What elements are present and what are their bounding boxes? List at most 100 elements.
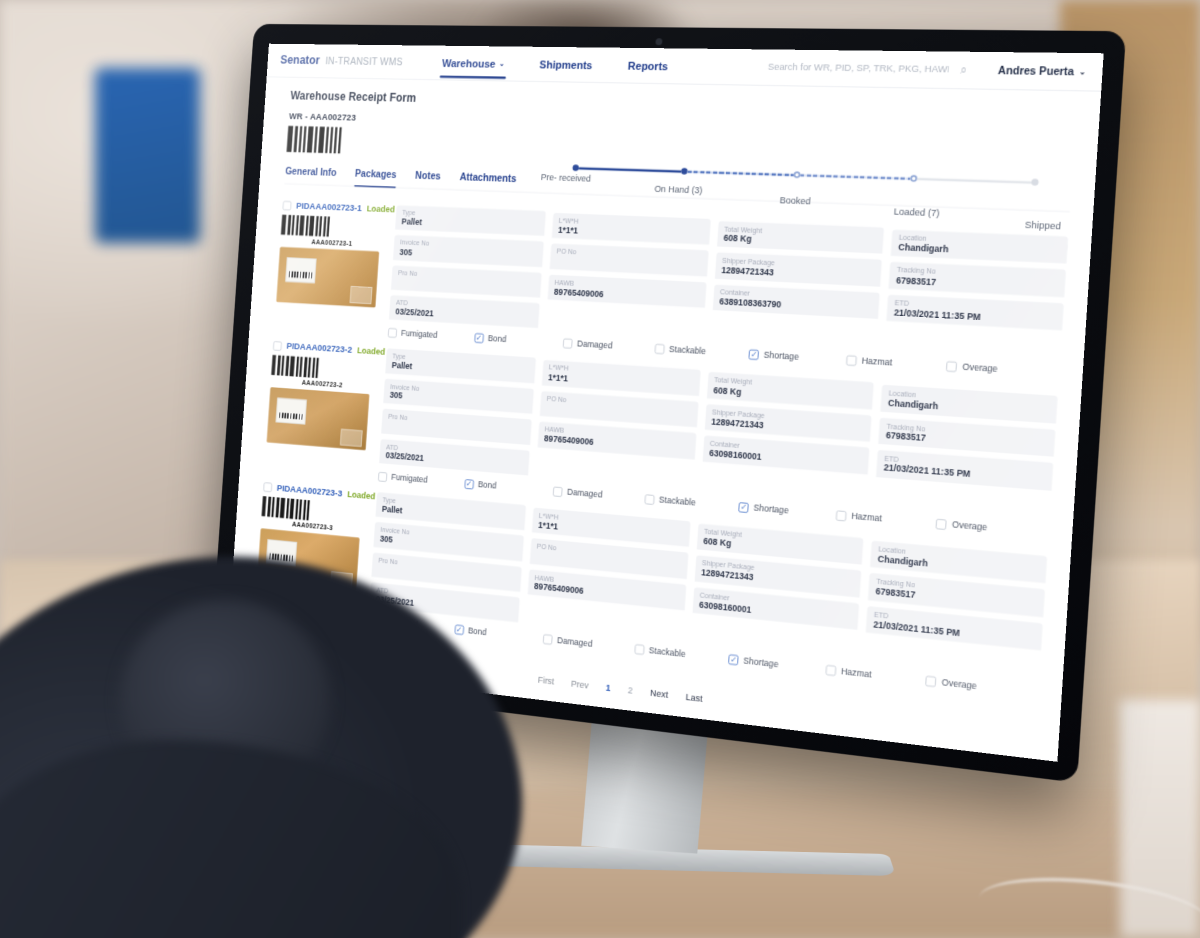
flag-stackable[interactable]: Stackable [654,344,749,360]
flag-label: Overage [941,677,978,692]
flag-overage[interactable]: Overage [946,361,1050,379]
field-container[interactable]: Container 6389108363790 [712,284,880,319]
search-input[interactable] [767,62,949,75]
field-column-3: Total Weight 608 Kg Shipper Package 1289472… [690,520,864,665]
field-hawb[interactable]: HAWB 89765409006 [537,421,697,460]
flag-checkbox-shortage[interactable] [728,654,739,666]
field-etd[interactable]: ETD 21/03/2021 11:35 PM [876,450,1054,491]
flag-label: Hazmat [861,356,893,369]
flag-label: Damaged [556,635,593,650]
flag-label: Shortage [743,656,779,671]
package-id-link[interactable]: PIDAAA002723-1 [296,201,362,213]
flag-checkbox-bond[interactable] [454,624,464,636]
field-location[interactable]: Location Chandigarh [880,384,1058,424]
field-pro-no[interactable]: Pro No— [391,265,542,298]
package-id-link[interactable]: PIDAAA002723-2 [286,342,352,355]
search-icon[interactable]: ⌕ [960,63,967,77]
field-shell: ETD 21/03/2021 11:35 PM [876,450,1054,491]
flag-bond[interactable]: Bond [474,333,563,348]
field-invoice-no[interactable]: Invoice No 305 [393,235,544,267]
flag-checkbox-hazmat[interactable] [825,665,837,677]
field-atd[interactable]: ATD03/25/2021 [379,438,530,476]
package-select-checkbox[interactable] [263,482,273,493]
field-column-1: TypePalletInvoice No305Pro No—ATD03/25/2… [379,348,536,481]
pagination-first[interactable]: First [537,675,554,687]
tab-attachments[interactable]: Attachments [459,171,516,191]
flag-checkbox-stackable[interactable] [644,494,655,505]
flag-label: Shortage [763,350,800,363]
pagination-next[interactable]: Next [650,688,669,700]
brand[interactable]: Senator IN-TRANSIT WMS [280,54,403,69]
flag-checkbox-damaged[interactable] [542,634,553,646]
flag-shortage[interactable]: Shortage [748,349,847,366]
nav-item-shipments[interactable]: Shipments [539,49,594,80]
field-label: PO No [546,394,567,404]
field-location[interactable]: Location Chandigarh [890,229,1069,264]
flag-checkbox-shortage[interactable] [748,349,760,361]
flag-label: Overage [951,520,988,534]
nav-item-reports[interactable]: Reports [627,50,669,81]
pagination-2[interactable]: 2 [628,686,633,696]
field-pro-no[interactable]: Pro No— [381,408,532,445]
field-shell: Location Chandigarh [890,229,1069,264]
flag-checkbox-damaged[interactable] [562,338,573,349]
package-select-checkbox[interactable] [282,200,292,211]
flag-checkbox-damaged[interactable] [552,486,563,497]
flag-checkbox-bond[interactable] [474,333,484,344]
field-shipper-package[interactable]: Shipper Package 12894721343 [714,252,883,287]
pagination-prev[interactable]: Prev [571,679,589,691]
tab-general-info[interactable]: General Info [284,166,337,185]
flag-checkbox-overage[interactable] [925,676,937,688]
pagination-last[interactable]: Last [685,692,702,704]
flag-checkbox-hazmat[interactable] [845,355,857,367]
flag-checkbox-fumigated[interactable] [387,328,398,339]
flag-checkbox-stackable[interactable] [634,644,645,656]
field-etd[interactable]: ETD 21/03/2021 11:35 PM [886,294,1064,331]
package-photo[interactable] [276,246,380,308]
field-shell: Type Pallet [395,205,546,237]
field-atd[interactable]: ATD03/25/2021 [388,295,540,329]
field-po-no[interactable]: PO No— [539,390,699,428]
field-po-no[interactable]: PO No— [549,243,709,277]
field-column-2: L*W*H1*1*1PO No—HAWB89765409006 [525,506,691,646]
tab-notes[interactable]: Notes [414,170,441,189]
flag-checkbox-stackable[interactable] [654,344,665,355]
field-shell: L*W*H 1*1*1 [551,212,711,245]
flag-checkbox-shortage[interactable] [738,502,749,513]
field-hawb[interactable]: HAWB 89765409006 [547,274,707,308]
package-status-badge: Loaded [366,204,396,215]
field-total-weight[interactable]: Total Weight 608 Kg [716,221,885,255]
package-status-badge: Loaded [346,489,376,502]
package-id-link[interactable]: PIDAAA002723-3 [276,483,342,498]
field-shipper-package[interactable]: Shipper Package 12894721343 [704,403,872,442]
flag-hazmat[interactable]: Hazmat [845,355,947,372]
flag-checkbox-fumigated[interactable] [377,471,388,482]
nav-item-warehouse[interactable]: Warehouse ⌄ [441,48,506,79]
flag-checkbox-overage[interactable] [935,518,948,530]
flag-damaged[interactable]: Damaged [562,338,655,354]
field-container[interactable]: Container 63098160001 [702,435,870,475]
flag-label: Overage [961,362,998,375]
flag-fumigated[interactable]: Fumigated [387,328,475,343]
field-tracking-no[interactable]: Tracking No 67983517 [888,262,1066,298]
user-menu[interactable]: Andres Puerta ⌄ [998,65,1087,78]
flag-checkbox-overage[interactable] [946,361,958,373]
field-lwh[interactable]: L*W*H 1*1*1 [541,360,701,396]
field-label: Pro No [378,555,398,566]
package-select-checkbox[interactable] [272,341,282,352]
field-invoice-no[interactable]: Invoice No 305 [383,378,534,414]
field-lwh[interactable]: L*W*H 1*1*1 [551,212,711,245]
package-photo[interactable] [266,387,370,451]
pagination-1[interactable]: 1 [605,683,610,693]
field-shell: Invoice No 305 [383,378,534,414]
field-tracking-no[interactable]: Tracking No 67983517 [878,417,1056,457]
stepper-node-4[interactable] [1031,178,1039,186]
flag-checkbox-bond[interactable] [464,479,474,490]
field-type[interactable]: Type Pallet [385,348,536,384]
flag-checkbox-hazmat[interactable] [835,510,847,522]
flag-label: Bond [467,626,487,638]
tab-packages[interactable]: Packages [354,168,397,187]
field-type[interactable]: Type Pallet [395,205,546,237]
field-total-weight[interactable]: Total Weight 608 Kg [706,372,874,410]
field-column-3: Total Weight 608 Kg Shipper Package 1289472… [710,218,885,354]
